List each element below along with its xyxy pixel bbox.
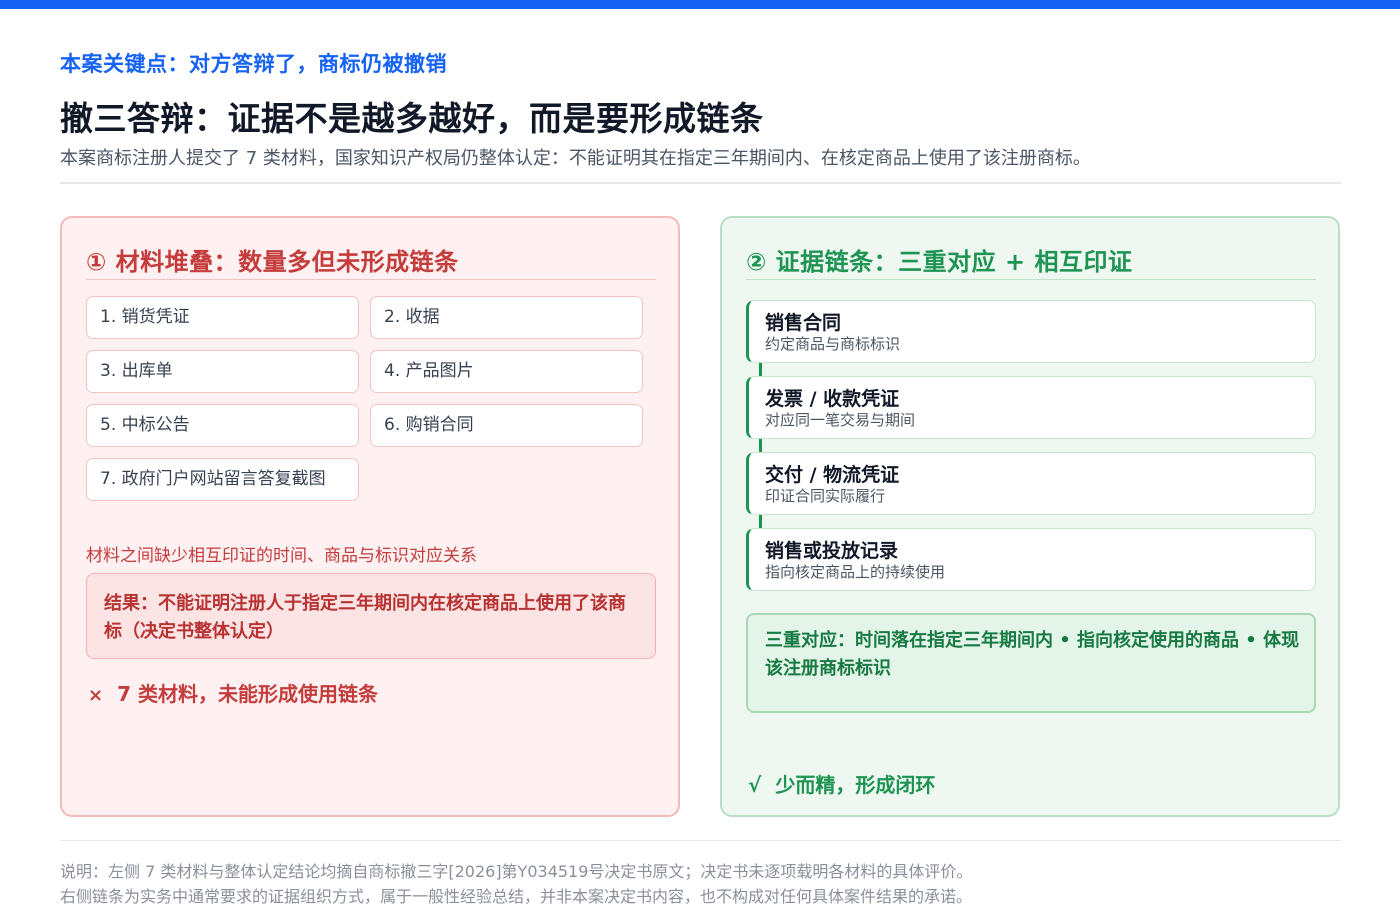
footnote-line-2: 右侧链条为实务中通常要求的证据组织方式，属于一般性经验总结，并非本案决定书内容，… [60,887,973,906]
positive-verdict-text: 少而精，形成闭环 [775,773,936,797]
chain-panel-title: ② 证据链条：三重对应 + 相互印证 [746,248,1133,276]
material-item: 3. 出库单 [86,350,359,393]
result-box: 结果：不能证明注册人于指定三年期间内在核定商品上使用了该商标（决定书整体认定） [86,573,656,659]
chain-step-desc: 指向核定商品上的持续使用 [765,563,946,581]
chain-connector [759,515,762,528]
chain-connector [759,363,762,376]
material-item: 7. 政府门户网站留言答复截图 [86,458,359,501]
chain-step-title: 销售合同 [765,312,842,334]
material-item: 6. 购销合同 [370,404,643,447]
top-accent-bar [0,0,1400,9]
material-item: 2. 收据 [370,296,643,339]
cross-icon: × [88,685,104,706]
positive-verdict: √ 少而精，形成闭环 [748,769,935,798]
gap-note: 材料之间缺少相互印证的时间、商品与标识对应关系 [86,546,477,566]
material-item: 1. 销货凭证 [86,296,359,339]
material-item: 4. 产品图片 [370,350,643,393]
triple-correspondence-box: 三重对应：时间落在指定三年期间内 • 指向核定使用的商品 • 体现该注册商标标识 [746,613,1316,713]
kicker: 本案关键点：对方答辩了，商标仍被撤销 [60,52,447,76]
chain-step: 发票 / 收款凭证 对应同一笔交易与期间 [746,376,1316,439]
header-divider [60,182,1341,184]
chain-step-desc: 印证合同实际履行 [765,487,886,505]
chain-step-title: 发票 / 收款凭证 [765,388,900,410]
page-title: 撤三答辩：证据不是越多越好，而是要形成链条 [60,99,764,138]
negative-verdict-text: 7 类材料，未能形成使用链条 [117,682,378,706]
footer-divider [60,840,1341,841]
footnote-line-1: 说明：左侧 7 类材料与整体认定结论均摘自商标撤三字[2026]第Y034519… [60,862,973,881]
subtitle: 本案商标注册人提交了 7 类材料，国家知识产权局仍整体认定：不能证明其在指定三年… [60,148,1091,169]
chain-panel: ② 证据链条：三重对应 + 相互印证 销售合同 约定商品与商标标识 发票 / 收… [720,216,1340,817]
chain-panel-rule [746,279,1316,280]
chain-connector [759,439,762,452]
negative-verdict: × 7 类材料，未能形成使用链条 [88,678,378,707]
chain-step-title: 销售或投放记录 [765,540,899,562]
materials-panel-title: ① 材料堆叠：数量多但未形成链条 [86,248,459,276]
materials-panel-rule [86,279,656,280]
chain-step-desc: 对应同一笔交易与期间 [765,411,916,429]
chain-step-desc: 约定商品与商标标识 [765,335,901,353]
chain-step: 销售或投放记录 指向核定商品上的持续使用 [746,528,1316,591]
materials-panel: ① 材料堆叠：数量多但未形成链条 1. 销货凭证 2. 收据 3. 出库单 4.… [60,216,680,817]
material-item: 5. 中标公告 [86,404,359,447]
chain-step: 销售合同 约定商品与商标标识 [746,300,1316,363]
check-icon: √ [748,773,762,797]
chain-step: 交付 / 物流凭证 印证合同实际履行 [746,452,1316,515]
chain-step-title: 交付 / 物流凭证 [765,464,900,486]
